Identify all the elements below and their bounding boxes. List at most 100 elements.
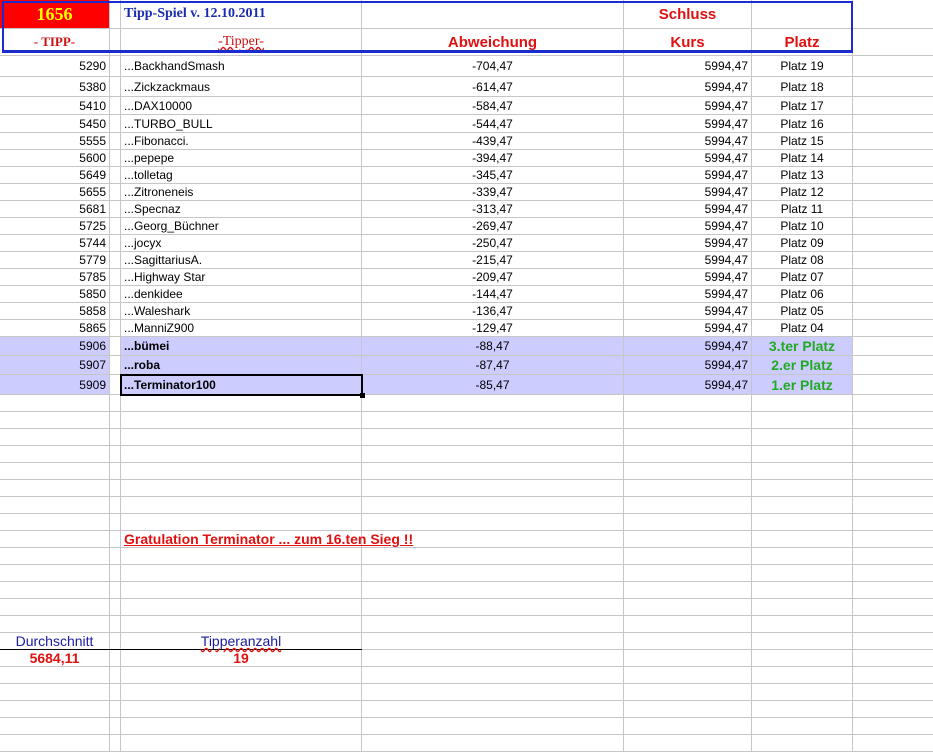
cell[interactable] — [121, 565, 362, 581]
abweichung-cell[interactable]: -345,47 — [362, 167, 624, 183]
cell[interactable] — [121, 616, 362, 632]
cell[interactable] — [110, 429, 121, 445]
cell[interactable] — [752, 667, 853, 683]
cell[interactable] — [853, 684, 933, 700]
kurs-cell[interactable]: 5994,47 — [624, 320, 752, 336]
cell[interactable] — [110, 548, 121, 564]
cell[interactable] — [0, 531, 110, 547]
cell[interactable] — [624, 446, 752, 462]
cell[interactable] — [853, 480, 933, 496]
cell[interactable] — [624, 650, 752, 666]
cell[interactable] — [853, 167, 933, 183]
tipperanzahl-value[interactable]: 19 — [121, 650, 362, 666]
abweichung-cell[interactable]: -614,47 — [362, 77, 624, 96]
cell[interactable] — [853, 735, 933, 751]
cell[interactable] — [110, 650, 121, 666]
cell[interactable] — [121, 701, 362, 717]
platz-cell[interactable]: 2.er Platz — [752, 356, 853, 374]
tipper-cell[interactable]: ...DAX10000 — [121, 97, 362, 114]
col-header-abweichung[interactable]: Abweichung — [362, 29, 624, 55]
cell[interactable] — [752, 463, 853, 479]
cell[interactable] — [853, 320, 933, 336]
cell[interactable] — [0, 514, 110, 530]
cell[interactable] — [624, 412, 752, 428]
cell[interactable] — [110, 735, 121, 751]
platz-cell[interactable]: Platz 10 — [752, 218, 853, 234]
cell[interactable] — [624, 633, 752, 649]
cell[interactable] — [853, 97, 933, 114]
cell[interactable] — [624, 616, 752, 632]
cell[interactable] — [110, 56, 121, 76]
cell[interactable] — [0, 735, 110, 751]
cell[interactable] — [110, 582, 121, 598]
tipper-cell[interactable]: ...Georg_Büchner — [121, 218, 362, 234]
cell[interactable] — [853, 548, 933, 564]
cell[interactable] — [853, 356, 933, 374]
cell[interactable] — [624, 735, 752, 751]
cell[interactable] — [853, 412, 933, 428]
cell[interactable] — [121, 684, 362, 700]
tipp-cell[interactable]: 5649 — [0, 167, 110, 183]
cell[interactable] — [853, 463, 933, 479]
cell[interactable] — [853, 446, 933, 462]
cell[interactable] — [362, 684, 624, 700]
abweichung-cell[interactable]: -313,47 — [362, 201, 624, 217]
cell[interactable] — [110, 252, 121, 268]
cell[interactable] — [110, 218, 121, 234]
platz-cell[interactable]: Platz 19 — [752, 56, 853, 76]
cell[interactable] — [853, 582, 933, 598]
tipp-cell[interactable]: 5555 — [0, 133, 110, 149]
abweichung-cell[interactable]: -584,47 — [362, 97, 624, 114]
gratulation-text[interactable]: Gratulation Terminator ... zum 16.ten Si… — [121, 531, 413, 547]
abweichung-cell[interactable]: -85,47 — [362, 375, 624, 394]
cell[interactable] — [752, 480, 853, 496]
kurs-cell[interactable]: 5994,47 — [624, 77, 752, 96]
platz-cell[interactable]: Platz 11 — [752, 201, 853, 217]
cell[interactable] — [0, 565, 110, 581]
cell[interactable] — [624, 463, 752, 479]
kurs-cell[interactable]: 5994,47 — [624, 337, 752, 355]
kurs-cell[interactable]: 5994,47 — [624, 235, 752, 251]
abweichung-cell[interactable]: -129,47 — [362, 320, 624, 336]
col-header-kurs[interactable]: Kurs — [624, 29, 752, 55]
cell[interactable] — [624, 548, 752, 564]
cell[interactable] — [110, 412, 121, 428]
cell[interactable] — [853, 115, 933, 132]
cell[interactable] — [0, 667, 110, 683]
cell[interactable] — [121, 599, 362, 615]
tipper-cell[interactable]: ...Specnaz — [121, 201, 362, 217]
cell[interactable] — [362, 650, 624, 666]
kurs-cell[interactable]: 5994,47 — [624, 201, 752, 217]
cell[interactable] — [110, 463, 121, 479]
cell[interactable] — [853, 0, 933, 28]
cell[interactable] — [362, 735, 624, 751]
tipp-cell[interactable]: 5600 — [0, 150, 110, 166]
cell[interactable] — [624, 480, 752, 496]
cell[interactable] — [853, 269, 933, 285]
cell[interactable] — [853, 184, 933, 200]
cell[interactable] — [110, 29, 121, 55]
cell[interactable] — [0, 463, 110, 479]
cell[interactable] — [853, 531, 933, 547]
cell[interactable] — [110, 514, 121, 530]
cell[interactable] — [853, 303, 933, 319]
cell[interactable] — [362, 0, 624, 28]
cell[interactable] — [752, 548, 853, 564]
cell[interactable] — [0, 684, 110, 700]
cell[interactable] — [752, 684, 853, 700]
cell[interactable] — [110, 269, 121, 285]
tipp-cell[interactable]: 5410 — [0, 97, 110, 114]
cell[interactable] — [362, 412, 624, 428]
cell[interactable] — [110, 201, 121, 217]
cell[interactable] — [853, 150, 933, 166]
cell[interactable] — [853, 56, 933, 76]
tipper-cell[interactable]: ...BackhandSmash — [121, 56, 362, 76]
abweichung-cell[interactable]: -269,47 — [362, 218, 624, 234]
tipp-cell[interactable]: 5450 — [0, 115, 110, 132]
cell[interactable] — [121, 480, 362, 496]
cell[interactable] — [110, 565, 121, 581]
tipper-cell[interactable]: ...Fibonacci. — [121, 133, 362, 149]
kurs-cell[interactable]: 5994,47 — [624, 269, 752, 285]
cell[interactable] — [110, 235, 121, 251]
platz-cell[interactable]: Platz 12 — [752, 184, 853, 200]
